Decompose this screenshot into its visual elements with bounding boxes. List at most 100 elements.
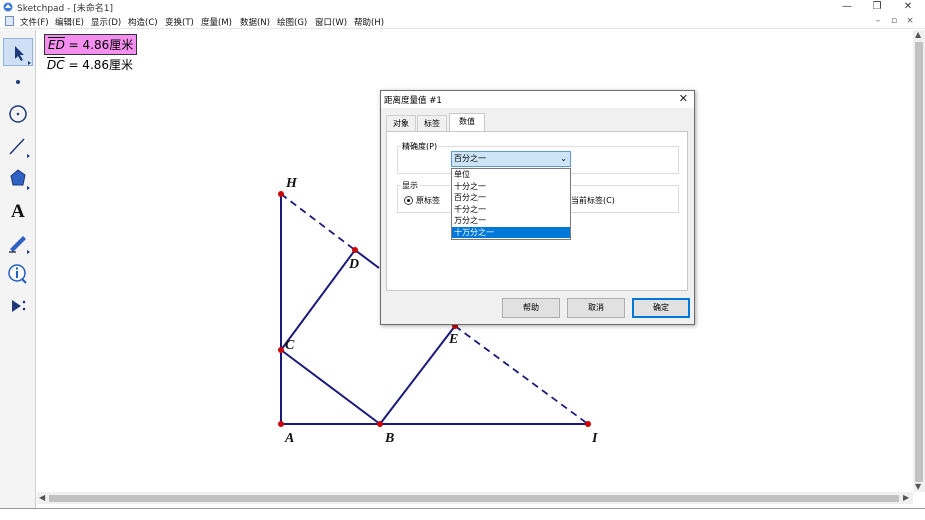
document-icon[interactable] — [5, 16, 14, 26]
segment-CB — [280, 349, 381, 425]
label-A: A — [284, 431, 294, 446]
doc-minimize-button[interactable]: – — [872, 15, 884, 27]
point-C — [278, 347, 284, 353]
polygon-tool[interactable] — [3, 164, 33, 192]
distance-measure-properties-dialog: 距离度量值 #1 ✕ 对象 标签 数值 精确度(P) 显示 原标签 当前标签(C… — [380, 90, 695, 325]
ok-button[interactable]: 确定 — [632, 298, 690, 318]
compass-tool[interactable] — [3, 100, 33, 128]
sketchpad-app-icon — [3, 2, 13, 12]
help-button[interactable]: 帮助 — [502, 298, 560, 318]
measurement-DC-name: DC — [47, 58, 65, 72]
scroll-down-icon[interactable]: ▼ — [915, 482, 921, 491]
straightedge-icon — [9, 138, 30, 158]
precision-select[interactable]: 百分之一 ⌄ — [451, 151, 571, 167]
minimize-button[interactable]: — — [832, 0, 862, 14]
chevron-down-icon: ⌄ — [560, 154, 567, 163]
point-D — [352, 247, 358, 253]
radio-original-label[interactable] — [404, 196, 413, 205]
custom-tools[interactable] — [3, 292, 33, 320]
toolbox: A — [0, 30, 36, 508]
tab-value[interactable]: 数值 — [449, 113, 485, 132]
label-D: D — [348, 257, 359, 272]
measurement-ED-value: = 4.86 — [64, 38, 110, 52]
restore-button[interactable]: ❐ — [862, 0, 892, 14]
vertical-scroll-thumb[interactable] — [915, 42, 923, 482]
scroll-left-icon[interactable]: ◀ — [39, 493, 45, 502]
arrow-icon — [15, 46, 31, 65]
precision-label: 精确度(P) — [401, 141, 439, 152]
segment-BE — [379, 325, 456, 425]
marker-icon — [9, 236, 30, 254]
cancel-button[interactable]: 取消 — [567, 298, 625, 318]
point-I — [585, 421, 591, 427]
precision-option-hundredths[interactable]: 百分之一 — [452, 192, 570, 204]
point-H — [278, 191, 284, 197]
dialog-close-icon[interactable]: ✕ — [679, 92, 688, 105]
tab-label[interactable]: 标签 — [417, 115, 447, 131]
measurement-ED-name: ED — [48, 38, 65, 52]
straightedge-tool[interactable] — [3, 132, 33, 160]
close-button[interactable]: ✕ — [893, 0, 923, 14]
scroll-right-icon[interactable]: ▶ — [903, 493, 909, 502]
horizontal-scrollbar[interactable]: ◀ ▶ — [37, 492, 913, 504]
menu-transform[interactable]: 变换(T) — [165, 16, 194, 28]
radio-current-label-text[interactable]: 当前标签(C) — [571, 195, 615, 206]
dialog-title-bar: 距离度量值 #1 ✕ — [381, 91, 694, 108]
doc-restore-button[interactable]: ▫ — [888, 15, 900, 27]
label-B: B — [384, 431, 394, 446]
status-bar — [0, 508, 925, 520]
precision-option-tenths[interactable]: 十分之一 — [452, 181, 570, 193]
tab-object[interactable]: 对象 — [386, 115, 416, 131]
information-tool[interactable] — [3, 260, 33, 288]
vertical-scrollbar[interactable]: ▲ ▼ — [913, 30, 925, 492]
label-I: I — [591, 431, 598, 446]
point-icon — [16, 80, 20, 84]
marker-tool[interactable] — [3, 228, 33, 256]
doc-close-button[interactable]: × — [904, 15, 916, 27]
title-bar: Sketchpad - [未命名1] — ❐ ✕ — [0, 0, 925, 14]
menu-graph[interactable]: 绘图(G) — [277, 16, 307, 28]
precision-option-ten-thousandths[interactable]: 万分之一 — [452, 215, 570, 227]
precision-dropdown-list: 单位 十分之一 百分之一 千分之一 万分之一 十万分之一 — [451, 168, 571, 240]
label-H: H — [285, 176, 298, 191]
menu-bar: 文件(F) 编辑(E) 显示(D) 构造(C) 变换(T) 度量(M) 数据(N… — [0, 14, 925, 29]
point-tool[interactable] — [3, 68, 33, 96]
menu-data[interactable]: 数据(N) — [240, 16, 270, 28]
menu-construct[interactable]: 构造(C) — [128, 16, 158, 28]
measurement-DC[interactable]: DC = 4.86厘米 — [44, 55, 136, 74]
scroll-up-icon[interactable]: ▲ — [915, 30, 921, 39]
menu-display[interactable]: 显示(D) — [91, 16, 121, 28]
point-B — [377, 421, 383, 427]
menu-measure[interactable]: 度量(M) — [201, 16, 232, 28]
arrow-tool[interactable] — [3, 38, 33, 66]
menu-window[interactable]: 窗口(W) — [315, 16, 347, 28]
precision-select-value: 百分之一 — [454, 154, 486, 163]
information-icon — [8, 264, 27, 284]
measurement-ED[interactable]: ED = 4.86厘米 — [44, 34, 138, 55]
custom-tools-icon — [12, 300, 26, 312]
precision-option-unit[interactable]: 单位 — [452, 169, 570, 181]
measurement-DC-value: = 4.86 — [64, 58, 110, 72]
horizontal-scroll-thumb[interactable] — [49, 495, 899, 502]
label-E: E — [448, 332, 458, 347]
text-tool[interactable]: A — [3, 196, 33, 224]
menu-edit[interactable]: 编辑(E) — [55, 16, 84, 28]
segment-CD — [280, 249, 356, 351]
point-A — [278, 421, 284, 427]
text-icon: A — [11, 201, 25, 222]
window-title: Sketchpad - [未命名1] — [17, 4, 113, 14]
dialog-title: 距离度量值 #1 — [384, 96, 442, 106]
precision-option-hundred-thousandths[interactable]: 十万分之一 — [452, 226, 570, 238]
measurement-DC-unit: 厘米 — [109, 58, 134, 72]
precision-option-thousandths[interactable]: 千分之一 — [452, 204, 570, 216]
dashed-HD — [280, 193, 356, 251]
menu-help[interactable]: 帮助(H) — [354, 16, 384, 28]
measurement-ED-unit: 厘米 — [109, 38, 134, 52]
radio-original-label-text: 原标签 — [416, 196, 440, 205]
dashed-EI — [454, 325, 589, 425]
compass-icon — [9, 105, 27, 123]
label-C: C — [285, 338, 295, 353]
svg-text:A: A — [11, 201, 25, 222]
menu-file[interactable]: 文件(F) — [20, 16, 49, 28]
display-label: 显示 — [401, 180, 419, 191]
